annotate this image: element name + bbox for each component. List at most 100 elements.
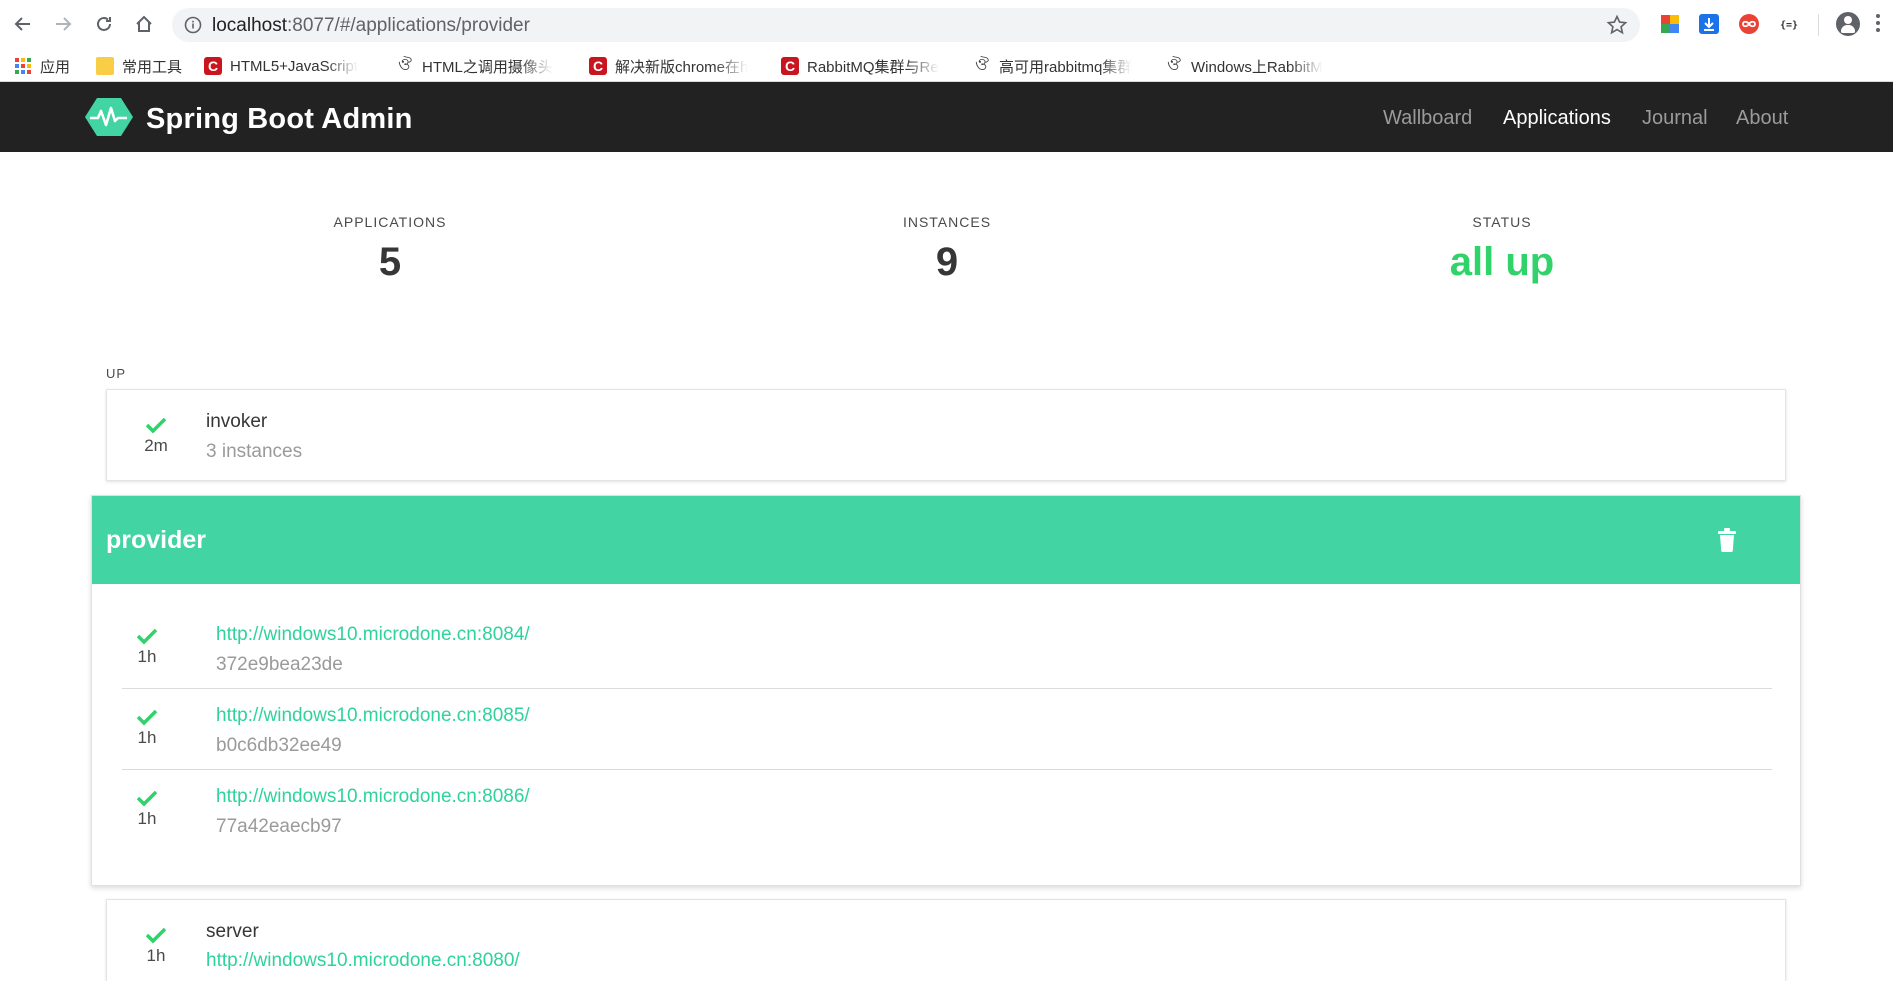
applications-label: APPLICATIONS <box>333 214 447 230</box>
bookmark-folder-tools[interactable]: 常用工具 <box>96 56 182 76</box>
info-icon[interactable] <box>184 16 202 34</box>
status-cell: 1h <box>131 926 181 966</box>
bookmark-html5-js[interactable]: C HTML5+JavaScript <box>204 56 376 76</box>
url-host: localhost <box>212 15 287 36</box>
bookmark-label: HTML之调用摄像头 <box>422 58 553 76</box>
instances-label: INSTANCES <box>902 214 992 230</box>
address-bar[interactable]: localhost:8077/#/applications/provider <box>172 8 1640 42</box>
instance-url-link[interactable]: http://windows10.microdone.cn:8085/ <box>216 705 530 727</box>
check-icon <box>136 709 158 726</box>
application-expanded-provider: provider 1h http://windows10.microdone.c… <box>91 495 1801 886</box>
url-text[interactable]: localhost:8077/#/applications/provider <box>212 15 530 37</box>
csdn-icon: C <box>204 57 222 75</box>
nav-applications[interactable]: Applications <box>1503 107 1611 130</box>
summary-status: STATUS all up <box>1352 214 1652 285</box>
status-cell: 1h <box>122 789 172 829</box>
trash-icon[interactable] <box>1717 528 1737 552</box>
application-name: invoker <box>206 411 268 432</box>
summary-applications: APPLICATIONS 5 <box>240 214 540 285</box>
bookmark-label: 解决新版chrome在h <box>615 58 749 76</box>
summary-instances: INSTANCES 9 <box>797 214 1097 285</box>
status-cell: 1h <box>122 627 172 667</box>
application-row-invoker[interactable]: 2m invoker 3 instances <box>106 389 1786 481</box>
folder-icon <box>96 57 114 75</box>
profile-avatar-icon[interactable] <box>1836 12 1860 36</box>
check-icon <box>136 790 158 807</box>
bookmark-ha-rabbitmq[interactable]: ঔ 高可用rabbitmq集群 <box>973 56 1145 76</box>
back-arrow-icon <box>14 17 30 31</box>
address-row: localhost:8077/#/applications/provider {… <box>0 0 1893 48</box>
forward-button[interactable] <box>51 12 75 36</box>
bookmark-label: RabbitMQ集群与Re <box>807 58 939 76</box>
extension-json-icon[interactable]: {=} <box>1778 13 1800 35</box>
applications-count: 5 <box>378 240 402 284</box>
brand-title[interactable]: Spring Boot Admin <box>146 103 413 136</box>
bookmark-chrome-fix[interactable]: C 解决新版chrome在h <box>589 56 761 76</box>
bookmark-star-icon[interactable] <box>1606 14 1628 36</box>
browser-menu-icon[interactable] <box>1876 14 1880 34</box>
bookmark-apps[interactable]: 应用 <box>14 56 70 76</box>
browser-chrome: localhost:8077/#/applications/provider {… <box>0 0 1893 82</box>
webstorm-icon: ঔ <box>398 56 412 75</box>
check-icon <box>145 417 167 434</box>
reload-icon <box>97 16 111 31</box>
csdn-icon: C <box>589 57 607 75</box>
webstorm-icon: ঔ <box>975 56 989 75</box>
uptime: 1h <box>137 809 157 828</box>
bookmark-label: 高可用rabbitmq集群 <box>999 58 1133 76</box>
instance-id: 77a42eaecb97 <box>216 816 342 837</box>
instance-count: 3 instances <box>206 441 303 462</box>
back-button[interactable] <box>11 12 35 36</box>
home-button[interactable] <box>132 12 156 36</box>
url-path: :8077/#/applications/provider <box>287 15 530 36</box>
bookmark-label: 应用 <box>40 58 71 76</box>
bookmark-label: Windows上RabbitM <box>1191 58 1323 76</box>
toolbar-separator <box>1818 14 1819 36</box>
top-navbar: Spring Boot Admin Wallboard Applications… <box>0 82 1893 152</box>
nav-journal[interactable]: Journal <box>1642 107 1708 130</box>
bookmark-rabbitmq-cluster[interactable]: C RabbitMQ集群与Re <box>781 56 953 76</box>
bookmark-label: 常用工具 <box>122 58 183 76</box>
nav-wallboard[interactable]: Wallboard <box>1383 107 1472 130</box>
group-label-up: UP <box>106 366 127 381</box>
bookmarks-bar: 应用 常用工具 C HTML5+JavaScript ঔ HTML之调用摄像头 … <box>0 48 1893 82</box>
bookmark-html-camera[interactable]: ঔ HTML之调用摄像头 <box>396 56 568 76</box>
reload-button[interactable] <box>92 12 116 36</box>
status-value: all up <box>1449 240 1555 284</box>
bookmark-windows-rabbitmq[interactable]: ঔ Windows上RabbitM <box>1165 56 1337 76</box>
status-cell: 1h <box>122 708 172 748</box>
extension-download-icon[interactable] <box>1698 13 1720 35</box>
instance-id: 372e9bea23de <box>216 654 343 675</box>
instance-id: b0c6db32ee49 <box>216 735 342 756</box>
home-icon <box>136 15 152 32</box>
instance-row[interactable]: 1h http://windows10.microdone.cn:8085/ b… <box>122 689 1772 770</box>
extension-infinity-icon[interactable] <box>1738 13 1760 35</box>
extension-colorful-icon[interactable] <box>1659 13 1681 35</box>
status-cell: 2m <box>131 416 181 456</box>
uptime: 2m <box>144 436 168 455</box>
instance-url-link[interactable]: http://windows10.microdone.cn:8084/ <box>216 624 530 646</box>
check-icon <box>145 927 167 944</box>
instance-url-link[interactable]: http://windows10.microdone.cn:8086/ <box>216 786 530 808</box>
provider-header[interactable]: provider <box>92 496 1800 584</box>
instance-url-link[interactable]: http://windows10.microdone.cn:8080/ <box>206 950 520 972</box>
apps-grid-icon <box>14 57 32 75</box>
provider-title: provider <box>106 526 207 554</box>
check-icon <box>136 628 158 645</box>
application-row-server[interactable]: 1h server http://windows10.microdone.cn:… <box>106 899 1786 981</box>
uptime: 1h <box>146 946 166 965</box>
uptime: 1h <box>137 728 157 747</box>
instances-count: 9 <box>935 240 959 284</box>
webstorm-icon: ঔ <box>1167 56 1181 75</box>
forward-arrow-icon <box>56 17 72 31</box>
application-name: server <box>206 921 259 942</box>
status-label: STATUS <box>1472 214 1532 230</box>
instance-row[interactable]: 1h http://windows10.microdone.cn:8084/ 3… <box>122 608 1772 689</box>
uptime: 1h <box>137 647 157 666</box>
instance-row[interactable]: 1h http://windows10.microdone.cn:8086/ 7… <box>122 770 1772 851</box>
csdn-icon: C <box>781 57 799 75</box>
spring-boot-admin-logo-icon[interactable] <box>85 97 133 137</box>
nav-about[interactable]: About <box>1736 107 1788 130</box>
bookmark-label: HTML5+JavaScript <box>230 57 358 75</box>
svg-text:{=}: {=} <box>1780 20 1798 31</box>
